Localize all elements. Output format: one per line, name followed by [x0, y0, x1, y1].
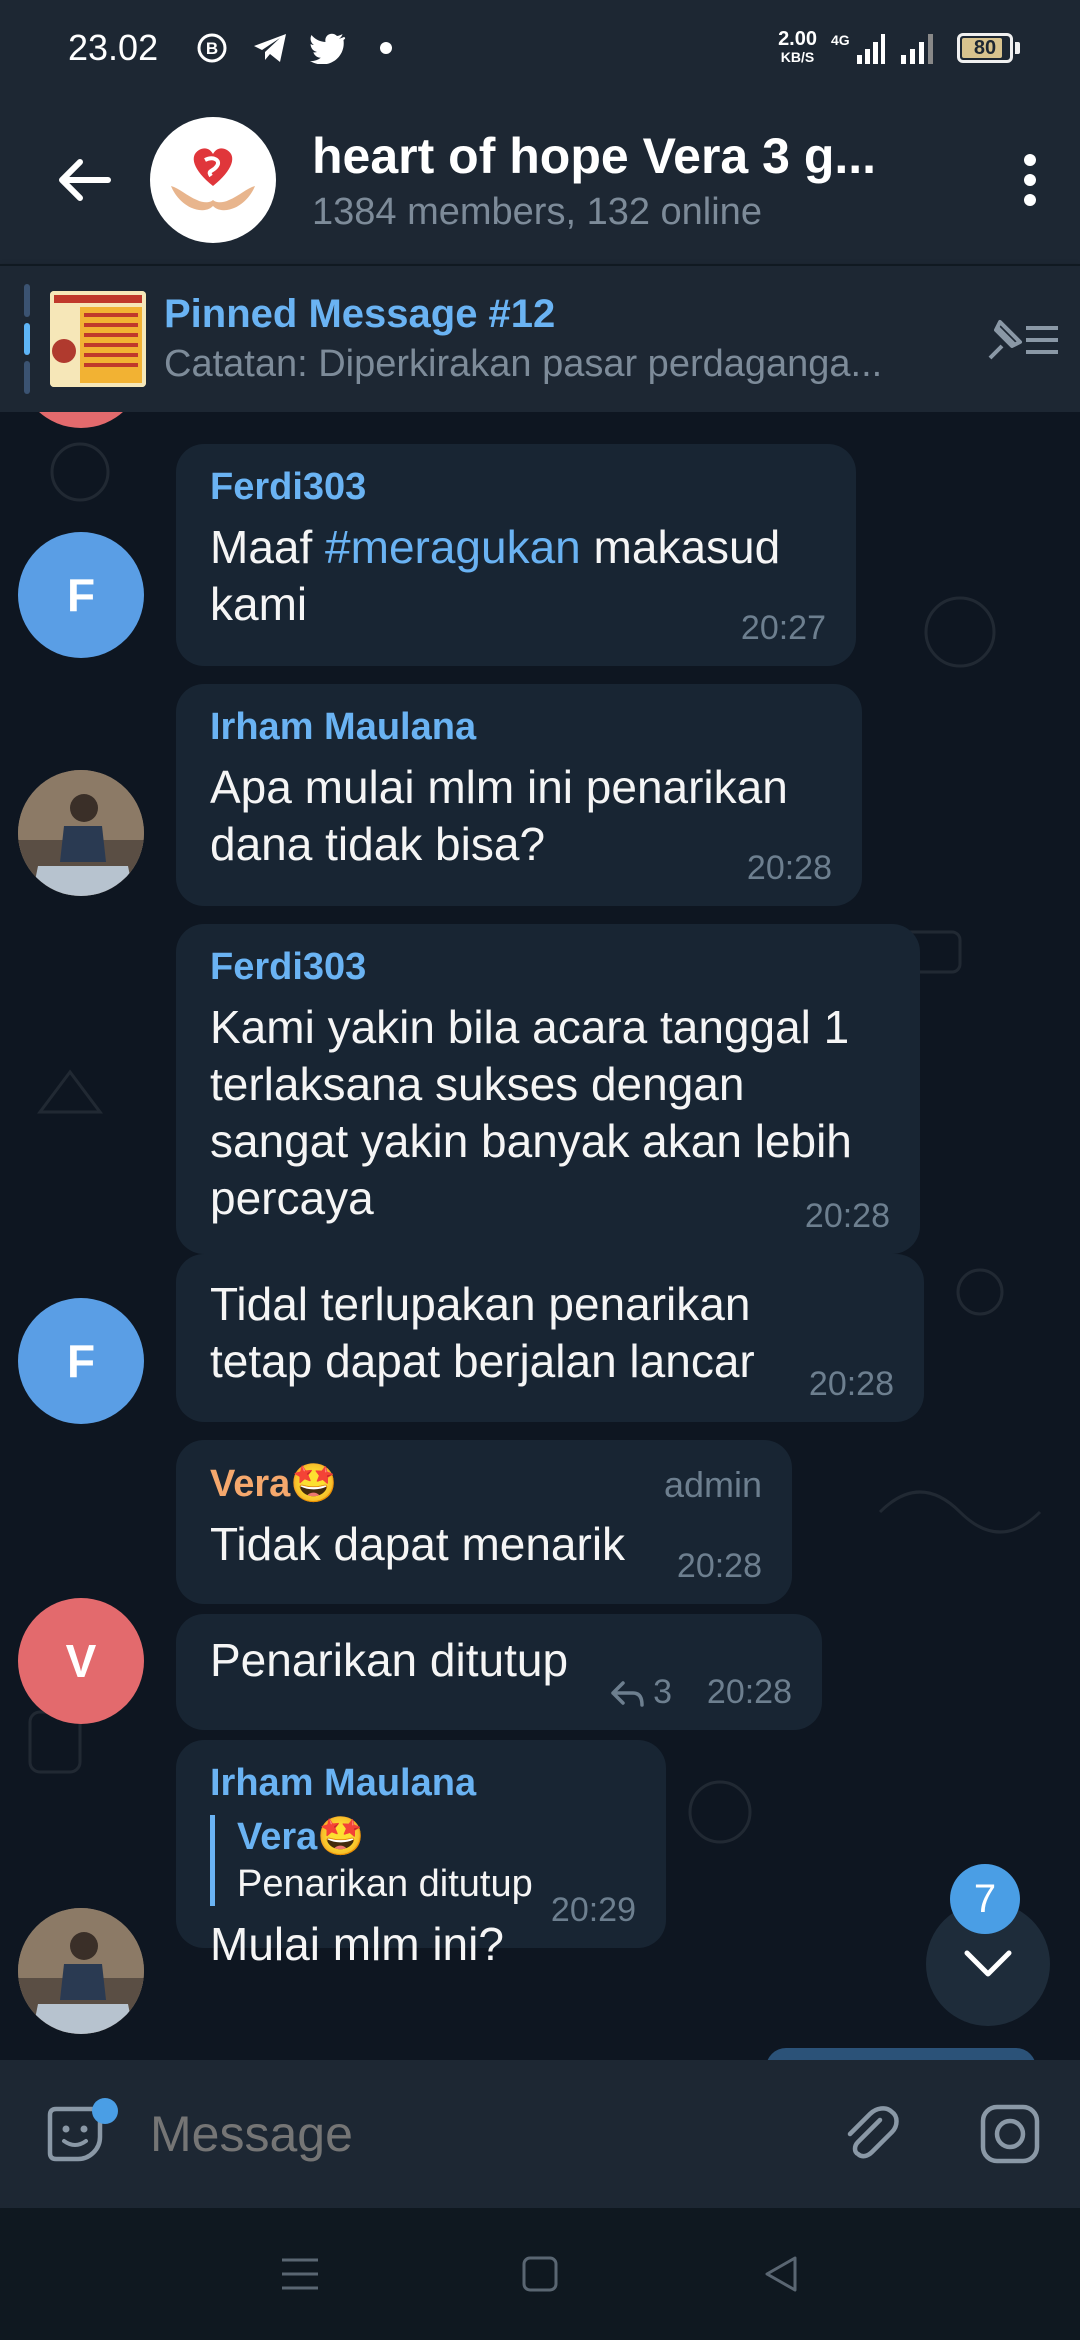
message-bubble[interactable]: Ferdi303 Maaf #meragukan makasud kami 20… [176, 444, 856, 666]
message-time: 20:28 [804, 1197, 890, 1235]
back-triangle-icon [765, 2256, 797, 2292]
reply-arrow-icon [611, 1680, 644, 1707]
back-button[interactable] [0, 96, 168, 264]
attach-button[interactable] [800, 2060, 940, 2208]
header-info[interactable]: heart of hope Vera 3 g... 1384 members, … [312, 127, 980, 234]
message-text: Kami yakin bila acara tanggal 1 terlaksa… [210, 1001, 852, 1224]
sender-avatar[interactable]: F [18, 532, 144, 658]
pinned-list-icon [988, 320, 1058, 360]
system-back-button[interactable] [730, 2224, 830, 2324]
net-speed-unit: KB/S [780, 49, 815, 65]
group-subtitle: 1384 members, 132 online [312, 190, 762, 233]
unread-badge[interactable]: 7 [950, 1864, 1020, 1934]
sender-name[interactable]: Ferdi303 [210, 466, 822, 509]
message-text: Penarikan ditutup [210, 1634, 569, 1686]
message-bubble[interactable]: Irham Maulana Vera🤩 Penarikan ditutup Mu… [176, 1740, 666, 1970]
menu-lines-icon [282, 2258, 318, 2290]
reply-count[interactable]: 3 [609, 1673, 672, 1712]
signal-icon [899, 30, 943, 66]
more-menu-button[interactable] [980, 96, 1080, 264]
avatar-letter: F [66, 1335, 96, 1387]
message-time: 20:28 [808, 1365, 894, 1403]
message-text: Apa mulai mlm ini penarikan dana tidak b… [210, 761, 788, 870]
recents-button[interactable] [250, 2224, 350, 2324]
group-title: heart of hope Vera 3 g... [312, 127, 877, 184]
message-input-bar [0, 2060, 1080, 2208]
message-text: Tidal terlupakan penarikan tetap dapat b… [210, 1278, 755, 1387]
battery-icon: 80 [957, 33, 1013, 63]
message-time: 20:28 [706, 1673, 792, 1711]
message-list[interactable]: Ferdi303 Maaf #meragukan makasud kami 20… [0, 412, 1080, 2060]
message-text: Tidak dapat menarik [210, 1518, 626, 1570]
message-bubble[interactable]: Tidal terlupakan penarikan tetap dapat b… [176, 1254, 924, 1422]
signal-4g-icon: 4G [831, 30, 885, 66]
net-speed: 2.00 KB/S [778, 28, 817, 66]
chevron-down-icon [964, 1950, 1012, 1977]
camera-icon [980, 2104, 1040, 2164]
reply-count-value: 3 [653, 1673, 672, 1711]
network-label: 4G [831, 32, 850, 48]
avatar-letter: V [65, 1635, 97, 1687]
sender-name[interactable]: Irham Maulana [210, 706, 828, 749]
pinned-thumbnail [50, 291, 146, 387]
message-bubble[interactable]: Penarikan ditutup 3 20:28 [176, 1614, 822, 1730]
sender-name[interactable]: Ferdi303 [210, 946, 886, 989]
status-time: 23.02 [68, 27, 159, 68]
message-time: 20:27 [740, 609, 826, 647]
admin-badge: admin [663, 1464, 762, 1505]
group-avatar[interactable] [150, 117, 276, 243]
net-speed-value: 2.00 [778, 28, 817, 50]
pinned-message-bar[interactable]: Pinned Message #12 Catatan: Diperkirakan… [0, 264, 1080, 412]
back-arrow-icon [59, 159, 111, 201]
pinned-indicator [24, 284, 30, 395]
heart-hands-logo-icon [171, 148, 255, 211]
home-square-icon [522, 2256, 558, 2292]
camera-button[interactable] [940, 2060, 1080, 2208]
sender-avatar-photo[interactable] [18, 770, 144, 896]
message-text-before: Maaf [210, 521, 326, 573]
sticker-button[interactable] [0, 2060, 150, 2208]
status-bar: 23.02 B 2.00 KB/S 4G 80 [0, 0, 1080, 96]
telegram-icon [252, 30, 288, 66]
home-button[interactable] [490, 2224, 590, 2324]
message-text: Maaf #meragukan makasud kami [210, 519, 790, 633]
quote-sender: Vera🤩 [237, 1816, 365, 1858]
message-bubble[interactable]: Ferdi303 Kami yakin bila acara tanggal 1… [176, 924, 920, 1254]
message-time: 20:28 [746, 849, 832, 887]
message-time: 20:28 [676, 1547, 762, 1585]
pinned-title: Pinned Message #12 [164, 292, 556, 336]
pinned-list-button[interactable] [960, 265, 1080, 413]
svg-text:B: B [206, 39, 218, 58]
b-app-icon: B [194, 30, 230, 66]
more-vertical-icon [1024, 154, 1036, 206]
pinned-preview: Catatan: Diperkirakan pasar perdaganga..… [164, 343, 883, 385]
sticker-notification-dot [92, 2098, 118, 2124]
hashtag-link[interactable]: #meragukan [325, 521, 581, 573]
message-bubble[interactable]: Vera🤩 admin Tidak dapat menarik 20:28 [176, 1440, 792, 1604]
twitter-icon [310, 30, 346, 66]
chat-header: heart of hope Vera 3 g... 1384 members, … [0, 96, 1080, 264]
sender-avatar[interactable]: V [18, 1598, 144, 1724]
sender-avatar-photo[interactable] [18, 1908, 144, 2034]
pinned-text: Pinned Message #12 Catatan: Diperkirakan… [164, 292, 960, 386]
battery-level: 80 [973, 36, 997, 59]
avatar-letter: F [66, 569, 96, 621]
user-photo-icon [18, 770, 144, 896]
sender-avatar[interactable]: F [18, 1298, 144, 1424]
user-photo-icon [18, 1908, 144, 2034]
message-bubble[interactable]: Irham Maulana Apa mulai mlm ini penarika… [176, 684, 862, 906]
message-input[interactable] [150, 2105, 800, 2163]
system-navigation-bar [0, 2208, 1080, 2340]
sender-name[interactable]: Irham Maulana [210, 1762, 632, 1805]
paperclip-icon [847, 2106, 899, 2159]
message-time: 20:29 [550, 1891, 636, 1929]
notification-dot-icon [368, 30, 404, 66]
battery-tip [1015, 42, 1020, 54]
outgoing-bubble-partial [766, 2048, 1036, 2060]
